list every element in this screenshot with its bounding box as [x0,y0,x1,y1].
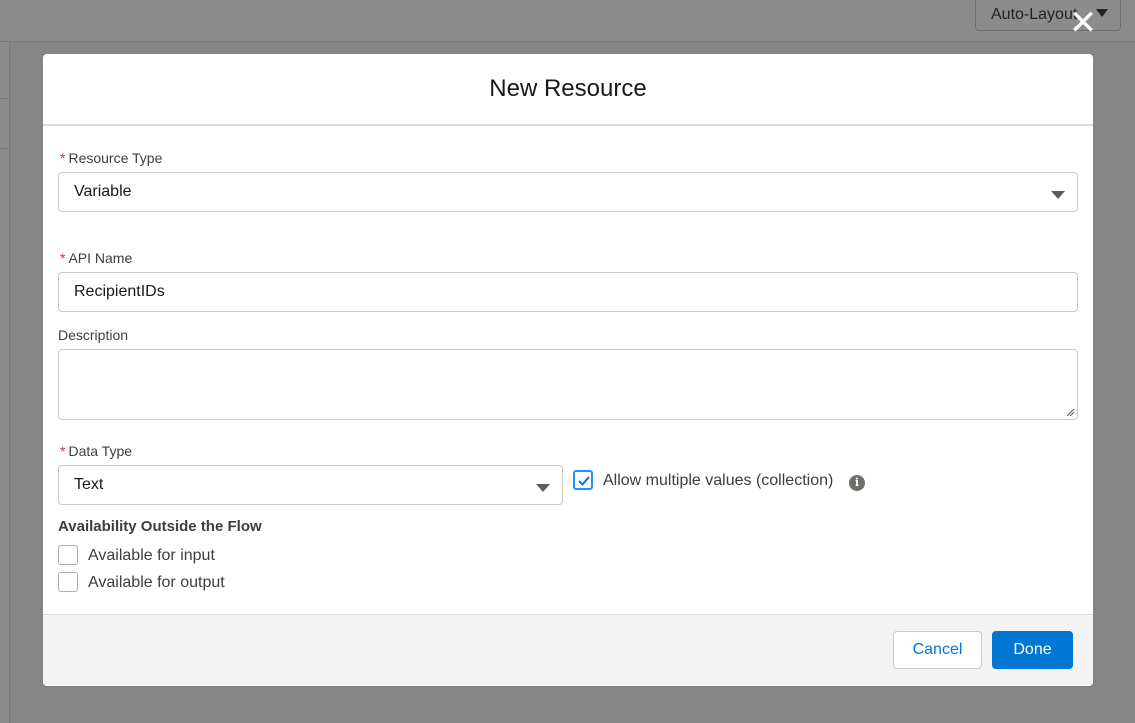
data-type-label: * Data Type [60,443,133,459]
close-icon[interactable]: ✕ [1068,6,1098,40]
description-textarea[interactable] [58,349,1078,420]
checkmark-icon [578,476,590,486]
info-icon[interactable]: i [849,475,865,491]
cancel-button[interactable]: Cancel [893,631,982,669]
available-output-label: Available for output [88,574,225,591]
modal-header: New Resource [43,54,1093,126]
available-input-checkbox[interactable] [58,545,78,565]
modal-footer: Cancel Done [43,614,1093,686]
description-label: Description [58,327,129,343]
chevron-down-icon [536,484,550,492]
available-input-label: Available for input [88,547,215,564]
required-mark: * [60,150,66,166]
modal-body: * Resource Type Variable * API Name Recipi… [43,126,1093,614]
resize-handle-icon[interactable] [1065,407,1075,417]
resource-type-label: * Resource Type [60,150,163,166]
new-resource-modal: New Resource * Resource Type Variable * AP… [43,54,1093,686]
api-name-value: RecipientIDs [74,283,165,300]
api-name-input[interactable]: RecipientIDs [58,272,1078,312]
allow-multiple-label: Allow multiple values (collection) [603,472,834,489]
required-mark: * [60,443,66,459]
modal-title: New Resource [489,75,647,102]
done-button[interactable]: Done [992,631,1073,669]
resource-type-select[interactable]: Variable [58,172,1078,212]
chevron-down-icon [1051,191,1065,199]
required-mark: * [60,250,66,266]
allow-multiple-checkbox[interactable] [573,470,593,490]
availability-heading: Availability Outside the Flow [58,518,262,535]
available-output-checkbox[interactable] [58,572,78,592]
data-type-select[interactable]: Text [58,465,563,505]
data-type-value: Text [74,476,104,493]
resource-type-value: Variable [74,183,132,200]
api-name-label: * API Name [60,250,133,266]
